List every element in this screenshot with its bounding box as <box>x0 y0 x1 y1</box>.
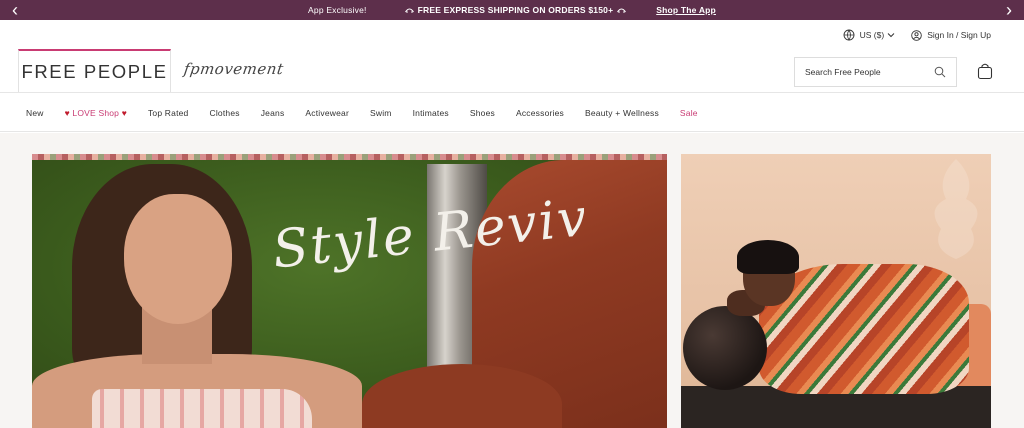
search-input[interactable] <box>805 67 925 77</box>
side-basketball <box>683 306 767 390</box>
shop-the-app-link[interactable]: Shop The App <box>656 5 716 15</box>
fp-movement-wordmark: fpmovement <box>182 60 285 78</box>
nav-item-shoes[interactable]: Shoes <box>470 108 495 118</box>
user-icon <box>911 29 922 41</box>
fp-movement-logo[interactable]: fpmovement <box>182 54 304 88</box>
side-promo-image[interactable] <box>681 154 991 428</box>
side-model-hair <box>737 240 799 274</box>
chevron-right-icon[interactable]: › <box>994 0 1024 20</box>
free-people-logo: FREE PEOPLE <box>21 60 168 82</box>
truck-icon <box>404 8 414 13</box>
ornament-icon <box>934 159 978 259</box>
hero-model-top <box>92 389 312 428</box>
hero-headline: Style Revival <box>270 194 584 281</box>
globe-icon <box>843 29 855 41</box>
currency-label: US ($) <box>859 30 885 40</box>
promo-messages: App Exclusive! FREE EXPRESS SHIPPING ON … <box>0 0 1024 20</box>
nav-item-beauty-wellness[interactable]: Beauty + Wellness <box>585 108 659 118</box>
utility-links: US ($) Sign In / Sign Up <box>843 29 991 41</box>
truck-icon <box>617 8 627 13</box>
nav-item-swim[interactable]: Swim <box>370 108 392 118</box>
hero-headline-text: Style Revival <box>270 194 584 281</box>
main-nav: New ♥ LOVE Shop ♥ Top Rated Clothes Jean… <box>0 92 1024 132</box>
promo-shipping-text: FREE EXPRESS SHIPPING ON ORDERS $150+ <box>417 5 614 15</box>
nav-item-new[interactable]: New <box>26 108 44 118</box>
shopping-bag-icon[interactable] <box>976 62 994 80</box>
nav-item-top-rated[interactable]: Top Rated <box>148 108 189 118</box>
search-icon[interactable] <box>934 66 946 78</box>
hero-model-face <box>124 194 232 324</box>
nav-item-sale[interactable]: Sale <box>680 108 698 118</box>
nav-item-activewear[interactable]: Activewear <box>305 108 349 118</box>
nav-item-love-shop-label: LOVE Shop <box>72 107 120 118</box>
nav-item-clothes[interactable]: Clothes <box>210 108 240 118</box>
sign-in-label: Sign In / Sign Up <box>927 30 991 40</box>
chevron-down-icon <box>887 33 895 38</box>
nav-item-intimates[interactable]: Intimates <box>413 108 449 118</box>
promo-bar: ‹ App Exclusive! FREE EXPRESS SHIPPING O… <box>0 0 1024 20</box>
nav-item-love-shop[interactable]: ♥ LOVE Shop ♥ <box>65 108 127 118</box>
free-people-logo-tab[interactable]: FREE PEOPLE <box>18 49 171 92</box>
nav-item-jeans[interactable]: Jeans <box>261 108 285 118</box>
search-box[interactable] <box>794 57 957 87</box>
heart-icon: ♥ <box>121 107 127 118</box>
sign-in-link[interactable]: Sign In / Sign Up <box>911 29 991 41</box>
heart-icon: ♥ <box>64 107 70 118</box>
promo-shipping: FREE EXPRESS SHIPPING ON ORDERS $150+ <box>401 5 631 15</box>
hero-banner[interactable]: Style Revival <box>32 154 667 428</box>
promo-app-exclusive: App Exclusive! <box>308 5 367 15</box>
nav-item-accessories[interactable]: Accessories <box>516 108 564 118</box>
currency-selector[interactable]: US ($) <box>843 29 896 41</box>
